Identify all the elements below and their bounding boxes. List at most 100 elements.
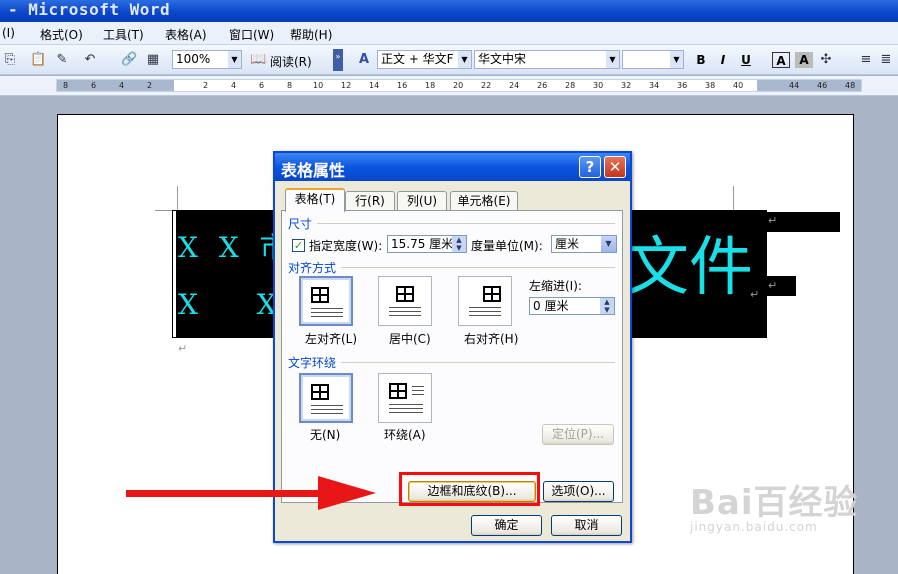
ruler-tick: 16 <box>397 81 408 90</box>
watermark-logo: Bai百经验 <box>690 483 859 523</box>
menu-help[interactable]: 帮助(H) <box>290 26 332 43</box>
ruler-tick: 6 <box>259 81 265 90</box>
tab-column[interactable]: 列(U) <box>397 191 447 211</box>
ruler-tick: 20 <box>453 81 464 90</box>
font-combo[interactable]: 华文中宋 ▼ <box>474 50 620 69</box>
menu-tools[interactable]: 工具(T) <box>103 26 144 43</box>
dialog-title-bar[interactable]: 表格属性 ? ✕ <box>275 153 630 181</box>
margin-corner <box>177 186 178 210</box>
ruler-tick: 4 <box>119 81 125 90</box>
ruler-tick: 24 <box>509 81 520 90</box>
ruler-tick: 34 <box>649 81 660 90</box>
paragraph-mark-icon: ↵ <box>768 279 778 292</box>
copy-icon[interactable]: ⎘ <box>2 52 18 68</box>
paragraph-mark-icon: ↵ <box>178 342 188 355</box>
styles-icon[interactable]: A <box>356 52 372 68</box>
read-icon[interactable]: 📖 <box>250 52 266 68</box>
format-painter-icon[interactable]: ✎ <box>54 52 70 68</box>
read-button[interactable]: 阅读(R) <box>270 53 312 70</box>
ruler-tick: 10 <box>313 81 324 90</box>
tab-table[interactable]: 表格(T) <box>285 188 345 212</box>
menu-bar: (I) 格式(O) 工具(T) 表格(A) 窗口(W) 帮助(H) <box>0 22 898 45</box>
width-field[interactable]: 15.75 厘米 ▲ ▼ <box>387 235 467 253</box>
font-size-combo[interactable]: ▼ <box>622 50 684 69</box>
bold-button[interactable]: B <box>692 52 710 68</box>
ruler-strip[interactable]: 8 6 4 2 2 4 6 8 10 12 14 16 18 20 22 24 … <box>56 79 862 92</box>
menu-table[interactable]: 表格(A) <box>165 26 207 43</box>
align-center-option[interactable] <box>378 276 432 326</box>
tab-row[interactable]: 行(R) <box>345 191 395 211</box>
align-left-icon[interactable]: ≣ <box>878 52 894 68</box>
watermark: Bai百经验 jingyan.baidu.com <box>690 475 859 534</box>
wrap-none-option[interactable] <box>299 373 353 423</box>
align-left-option[interactable] <box>299 276 353 326</box>
style-combo[interactable]: 正文 + 华文F ▼ <box>377 50 472 69</box>
ruler-tick: 32 <box>621 81 632 90</box>
dialog-title: 表格属性 <box>281 161 346 180</box>
unit-select[interactable]: 厘米 ▼ <box>551 235 617 253</box>
wrap-around-label: 环绕(A) <box>384 428 426 442</box>
hyperlink-icon[interactable]: 🔗 <box>121 52 137 68</box>
ruler-tick: 38 <box>705 81 716 90</box>
title-bar: - Microsoft Word <box>0 0 898 22</box>
table-nowrap-icon <box>311 384 329 400</box>
align-justify-icon[interactable]: ≡ <box>858 52 874 68</box>
help-icon[interactable]: ? <box>579 156 601 178</box>
tab-cell[interactable]: 单元格(E) <box>450 191 518 211</box>
cancel-button[interactable]: 取消 <box>551 515 622 536</box>
close-icon[interactable]: ✕ <box>604 156 626 178</box>
ruler-tick: 12 <box>341 81 352 90</box>
ruler-tick: 2 <box>203 81 209 90</box>
width-value: 15.75 厘米 <box>391 237 454 251</box>
table-icon[interactable]: ▦ <box>145 52 161 68</box>
spinner-icon[interactable]: ▲ ▼ <box>452 236 466 252</box>
doc-line2: X X <box>178 288 285 321</box>
table-left-icon <box>311 287 329 303</box>
margin-corner <box>733 186 734 210</box>
options-button[interactable]: 选项(O)... <box>543 481 614 502</box>
ruler-tick: 40 <box>733 81 744 90</box>
wrap-around-option[interactable] <box>378 373 432 423</box>
unit-label: 度量单位(M): <box>471 239 543 253</box>
spinner-icon[interactable]: ▲ ▼ <box>600 298 614 314</box>
char-scale-icon[interactable]: ✣ <box>818 52 834 68</box>
italic-button[interactable]: I <box>714 52 732 68</box>
table-row-overflow <box>767 212 840 232</box>
arrow-shaft <box>126 490 340 497</box>
char-shading-button[interactable]: A <box>795 52 813 68</box>
undo-icon[interactable]: ↶ <box>82 52 98 68</box>
align-right-label: 右对齐(H) <box>464 332 519 346</box>
ruler-tick: 36 <box>677 81 688 90</box>
chevron-down-icon[interactable]: ▼ <box>228 51 241 68</box>
ruler-tick: 30 <box>593 81 604 90</box>
ruler-tick: 48 <box>845 81 856 90</box>
chevron-down-icon[interactable]: ▼ <box>606 51 619 68</box>
ok-button[interactable]: 确定 <box>471 515 542 536</box>
ruler-tick: 4 <box>231 81 237 90</box>
menu-format[interactable]: 格式(O) <box>40 26 83 43</box>
char-border-button[interactable]: A <box>772 52 790 68</box>
paragraph-mark-icon: ↵ <box>750 288 760 301</box>
chevron-down-icon[interactable]: ▼ <box>600 236 616 252</box>
toolbar-overflow-icon[interactable]: » <box>333 49 343 71</box>
align-left-label: 左对齐(L) <box>305 332 358 346</box>
menu-insert[interactable]: (I) <box>2 26 15 40</box>
table-right-icon <box>483 286 501 302</box>
chevron-down-icon[interactable]: ▼ <box>670 51 683 68</box>
indent-field[interactable]: 0 厘米 ▲ ▼ <box>529 297 615 315</box>
align-right-option[interactable] <box>458 276 512 326</box>
ruler-tick: 6 <box>91 81 97 90</box>
specify-width-checkbox[interactable]: ✓ <box>292 239 305 252</box>
menu-window[interactable]: 窗口(W) <box>229 26 274 43</box>
arrow-head-icon <box>318 476 376 510</box>
ruler-tick: 18 <box>425 81 436 90</box>
font-value: 华文中宋 <box>478 52 527 66</box>
ruler-tick: 28 <box>565 81 576 90</box>
ruler-tick: 8 <box>287 81 293 90</box>
chevron-down-icon[interactable]: ▼ <box>458 51 471 68</box>
zoom-combo[interactable]: 100% ▼ <box>172 50 242 69</box>
paste-icon[interactable]: 📋 <box>30 52 46 68</box>
underline-button[interactable]: U <box>737 52 755 68</box>
position-button[interactable]: 定位(P)... <box>542 424 614 445</box>
style-value: 正文 + 华文F <box>381 52 454 66</box>
